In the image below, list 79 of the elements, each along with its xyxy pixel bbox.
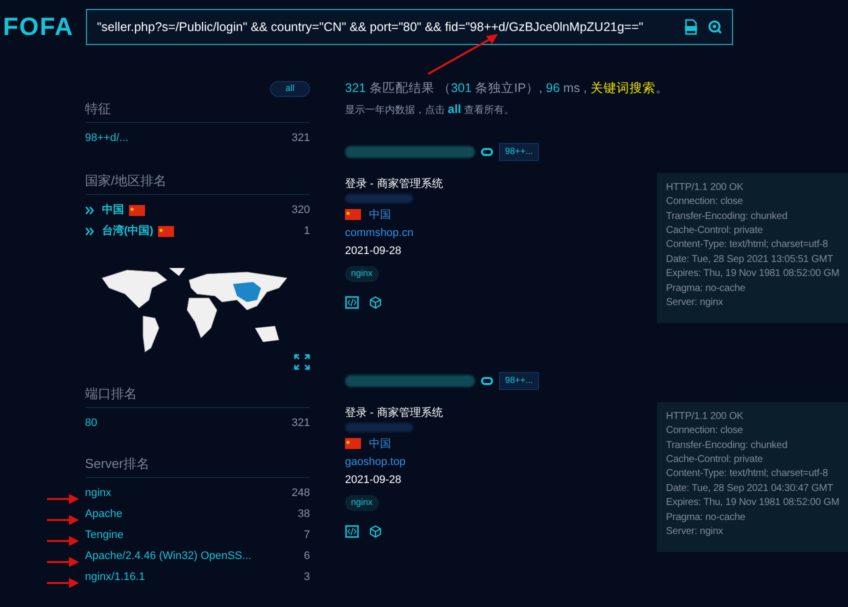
flag-icon (158, 226, 174, 237)
cube-icon[interactable] (369, 524, 382, 538)
double-chevron-icon (85, 227, 95, 236)
header-line: Pragma: no-cache (666, 282, 746, 296)
facet-link[interactable]: 中国 (102, 202, 124, 219)
header-line: Connection: close (666, 195, 744, 210)
flag-icon (345, 438, 361, 450)
section-title: 端口排名 (85, 385, 138, 403)
annotation-arrow (46, 555, 80, 569)
all-button[interactable]: all (270, 81, 310, 97)
result-summary: 321 条匹配结果 （301 条独立IP）, 96 ms , 关键词搜索。 (345, 80, 670, 97)
header-line: Content-Type: text/html; charset=utf-8 (666, 238, 829, 252)
header-line: Expires: Thu, 19 Nov 1981 08:52:00 GM (666, 267, 840, 282)
header-line: Transfer-Encoding: chunked (666, 210, 788, 224)
domain-link[interactable]: commshop.cn (345, 224, 657, 242)
section-title: Server排名 (85, 455, 150, 473)
result-title[interactable]: 登录 - 商家管理系统 (345, 176, 657, 194)
link-icon[interactable] (481, 148, 493, 156)
facet-link[interactable]: 98++d/... (85, 130, 128, 147)
header-line: Content-Type: text/html; charset=utf-8 (666, 467, 829, 482)
search-icon[interactable] (708, 20, 722, 34)
date: 2021-09-28 (345, 244, 402, 259)
facet-link[interactable]: nginx (85, 485, 112, 502)
link-icon[interactable] (481, 376, 493, 385)
facet-count: 3 (304, 570, 310, 586)
header-line: Expires: Thu, 19 Nov 1981 08:52:00 GM (666, 496, 840, 510)
header-line: HTTP/1.1 200 OK (666, 180, 744, 195)
server-tag[interactable]: nginx (345, 266, 379, 282)
fullscreen-icon[interactable] (294, 354, 310, 370)
facet-link[interactable]: Apache/2.4.46 (Win32) OpenSS... (85, 548, 252, 565)
double-chevron-icon (85, 206, 95, 215)
annotation-arrow (46, 534, 80, 548)
domain-link[interactable]: gaoshop.top (345, 452, 657, 471)
logo[interactable]: FOFA (3, 14, 74, 40)
result-title[interactable]: 登录 - 商家管理系统 (345, 404, 657, 423)
country-link[interactable]: 中国 (369, 206, 391, 223)
cube-icon[interactable] (369, 296, 382, 309)
search-field[interactable]: "seller.php?s=/Public/login" && country="CN" && port="80" && fid="98++d/GzBJce0lnMpZU21g==" (86, 9, 733, 45)
section-title: 特征 (85, 100, 112, 118)
ico-file-icon[interactable] (684, 19, 698, 35)
header-line: Connection: close (666, 424, 744, 438)
flag-icon (345, 209, 361, 220)
facet-count: 1 (304, 224, 310, 240)
annotation-arrow (46, 492, 80, 506)
flag-icon (129, 205, 145, 216)
facet-count: 248 (292, 486, 310, 502)
header-line: Pragma: no-cache (666, 510, 746, 525)
annotation-arrow (46, 576, 80, 590)
header-line: Cache-Control: private (666, 224, 764, 238)
facet-count: 321 (292, 131, 310, 146)
data-range-notice: 显示一年内数据，点击 all 查看所有。 (345, 100, 515, 118)
header-line: Cache-Control: private (666, 452, 764, 467)
facet-link[interactable]: nginx/1.16.1 (85, 569, 145, 586)
annotation-arrow (46, 513, 80, 527)
header-line: Server: nginx (666, 525, 724, 539)
country-link[interactable]: 中国 (369, 436, 391, 452)
header-line: Date: Tue, 28 Sep 2021 04:30:47 GMT (666, 482, 834, 496)
header-line: Transfer-Encoding: chunked (666, 438, 788, 453)
facet-count: 7 (304, 528, 310, 544)
facet-count: 38 (298, 507, 310, 522)
header-line: Server: nginx (666, 296, 724, 310)
header-line: HTTP/1.1 200 OK (666, 410, 744, 424)
facet-link[interactable]: 80 (85, 415, 98, 432)
facet-count: 6 (304, 549, 310, 564)
header-line: Date: Tue, 28 Sep 2021 13:05:51 GMT (666, 252, 834, 267)
facet-link[interactable]: 台湾(中国) (102, 223, 154, 240)
facet-count: 321 (292, 416, 310, 432)
section-title: 国家/地区排名 (85, 172, 168, 190)
redacted-ip (345, 194, 413, 203)
fid-tag[interactable]: 98++... (499, 142, 540, 161)
fid-tag[interactable]: 98++... (499, 372, 540, 390)
date: 2021-09-28 (345, 472, 402, 488)
code-icon[interactable] (345, 524, 359, 538)
code-icon[interactable] (345, 296, 359, 309)
facet-link[interactable]: Apache (85, 506, 122, 523)
facet-link[interactable]: Tengine (85, 527, 124, 544)
redacted-ip (345, 422, 413, 432)
server-tag[interactable]: nginx (345, 494, 379, 511)
facet-count: 320 (292, 203, 310, 218)
